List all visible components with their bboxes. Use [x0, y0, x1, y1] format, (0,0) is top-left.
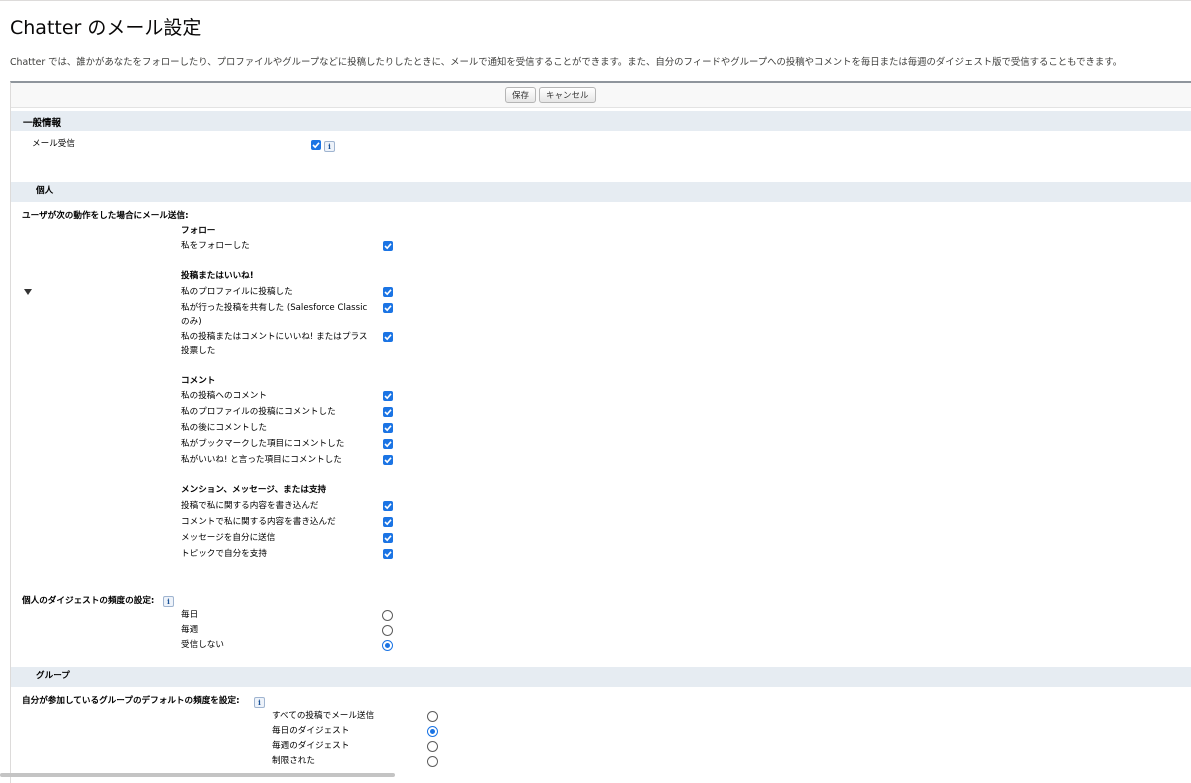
post-on-profile-checkbox[interactable] [383, 287, 393, 297]
section-header-groups: グループ [36, 671, 70, 681]
section-header-personal: 個人 [36, 186, 54, 196]
posts-group-title: 投稿またはいいね! [181, 271, 254, 281]
mention-in-comment-checkbox[interactable] [383, 517, 393, 527]
page-description: Chatter では、誰かがあなたをフォローしたり、プロファイルやグループなどに… [10, 57, 1123, 68]
comment-after-me-label: 私の後にコメントした [181, 423, 267, 433]
group-default-frequency-label: 自分が参加しているグループのデフォルトの頻度を設定: [22, 696, 240, 706]
personal-digest-label: 個人のダイジェストの頻度の設定: [22, 596, 155, 606]
info-icon[interactable]: i [324, 141, 335, 152]
mentions-group-title: メンション、メッセージ、または支持 [181, 485, 327, 495]
save-button[interactable]: 保存 [505, 87, 537, 103]
comment-after-me-checkbox[interactable] [383, 423, 393, 433]
follow-group-title: フォロー [181, 226, 216, 236]
send-email-when-label: ユーザが次の動作をした場合にメール送信: [22, 211, 189, 221]
comment-profile-post-label: 私のプロファイルの投稿にコメントした [181, 407, 336, 417]
info-icon[interactable]: i [163, 596, 174, 607]
email-receive-checkbox[interactable] [311, 140, 321, 150]
horizontal-scrollbar[interactable] [0, 773, 395, 777]
button-bar: 保存 キャンセル [11, 83, 1191, 108]
follow-me-checkbox[interactable] [383, 241, 393, 251]
digest-option-never-label: 受信しない [181, 640, 224, 650]
email-receive-label: メール受信 [32, 139, 75, 149]
section-general: 一般情報 [11, 111, 1191, 131]
section-groups[interactable] [11, 667, 1191, 687]
digest-weekly-radio[interactable] [382, 625, 393, 636]
cancel-button[interactable]: キャンセル [539, 87, 596, 103]
digest-option-daily-label: 毎日 [181, 610, 199, 620]
endorse-topic-checkbox[interactable] [383, 549, 393, 559]
group-option-weekly-label: 毎週のダイジェスト [272, 741, 350, 751]
group-option-every-post-label: すべての投稿でメール送信 [272, 711, 375, 721]
mention-in-post-checkbox[interactable] [383, 501, 393, 511]
info-icon[interactable]: i [254, 697, 265, 708]
top-border [0, 0, 1191, 1]
group-option-limited-label: 制限された [272, 756, 315, 766]
group-limited-radio[interactable] [427, 756, 438, 767]
liked-post-checkbox[interactable] [383, 332, 393, 342]
comments-group-title: コメント [181, 376, 216, 386]
digest-option-weekly-label: 毎週 [181, 625, 199, 635]
section-header-general: 一般情報 [23, 118, 62, 129]
page-title: Chatter のメール設定 [10, 17, 202, 39]
comment-profile-post-checkbox[interactable] [383, 407, 393, 417]
section-personal[interactable] [11, 182, 1191, 295]
mention-in-post-label: 投稿で私に関する内容を書き込んだ [181, 501, 319, 511]
comment-bookmarked-label: 私がブックマークした項目にコメントした [181, 439, 345, 449]
message-to-me-checkbox[interactable] [383, 533, 393, 543]
digest-daily-radio[interactable] [382, 610, 393, 621]
liked-post-label: 私の投稿またはコメントにいいね! またはプラス投票した [181, 332, 368, 356]
group-daily-radio[interactable] [427, 726, 438, 737]
message-to-me-label: メッセージを自分に送信 [181, 533, 276, 543]
digest-never-radio[interactable] [382, 640, 393, 651]
comment-on-my-post-checkbox[interactable] [383, 391, 393, 401]
comment-bookmarked-checkbox[interactable] [383, 439, 393, 449]
group-option-daily-label: 毎日のダイジェスト [272, 726, 350, 736]
follow-me-label: 私をフォローした [181, 241, 250, 251]
comment-liked-label: 私がいいね! と言った項目にコメントした [181, 455, 342, 465]
settings-panel: 保存 キャンセル 一般情報 メール受信 i 個人 ユーザが次の動作をした場合にメ… [10, 81, 1191, 783]
shared-post-label: 私が行った投稿を共有した (Salesforce Classic のみ) [181, 303, 368, 327]
mention-in-comment-label: コメントで私に関する内容を書き込んだ [181, 517, 336, 527]
comment-liked-checkbox[interactable] [383, 455, 393, 465]
group-weekly-radio[interactable] [427, 741, 438, 752]
post-on-profile-label: 私のプロファイルに投稿した [181, 287, 293, 297]
group-every-post-radio[interactable] [427, 711, 438, 722]
comment-on-my-post-label: 私の投稿へのコメント [181, 391, 267, 401]
shared-post-checkbox[interactable] [383, 303, 393, 313]
endorse-topic-label: トピックで自分を支持 [181, 549, 267, 559]
